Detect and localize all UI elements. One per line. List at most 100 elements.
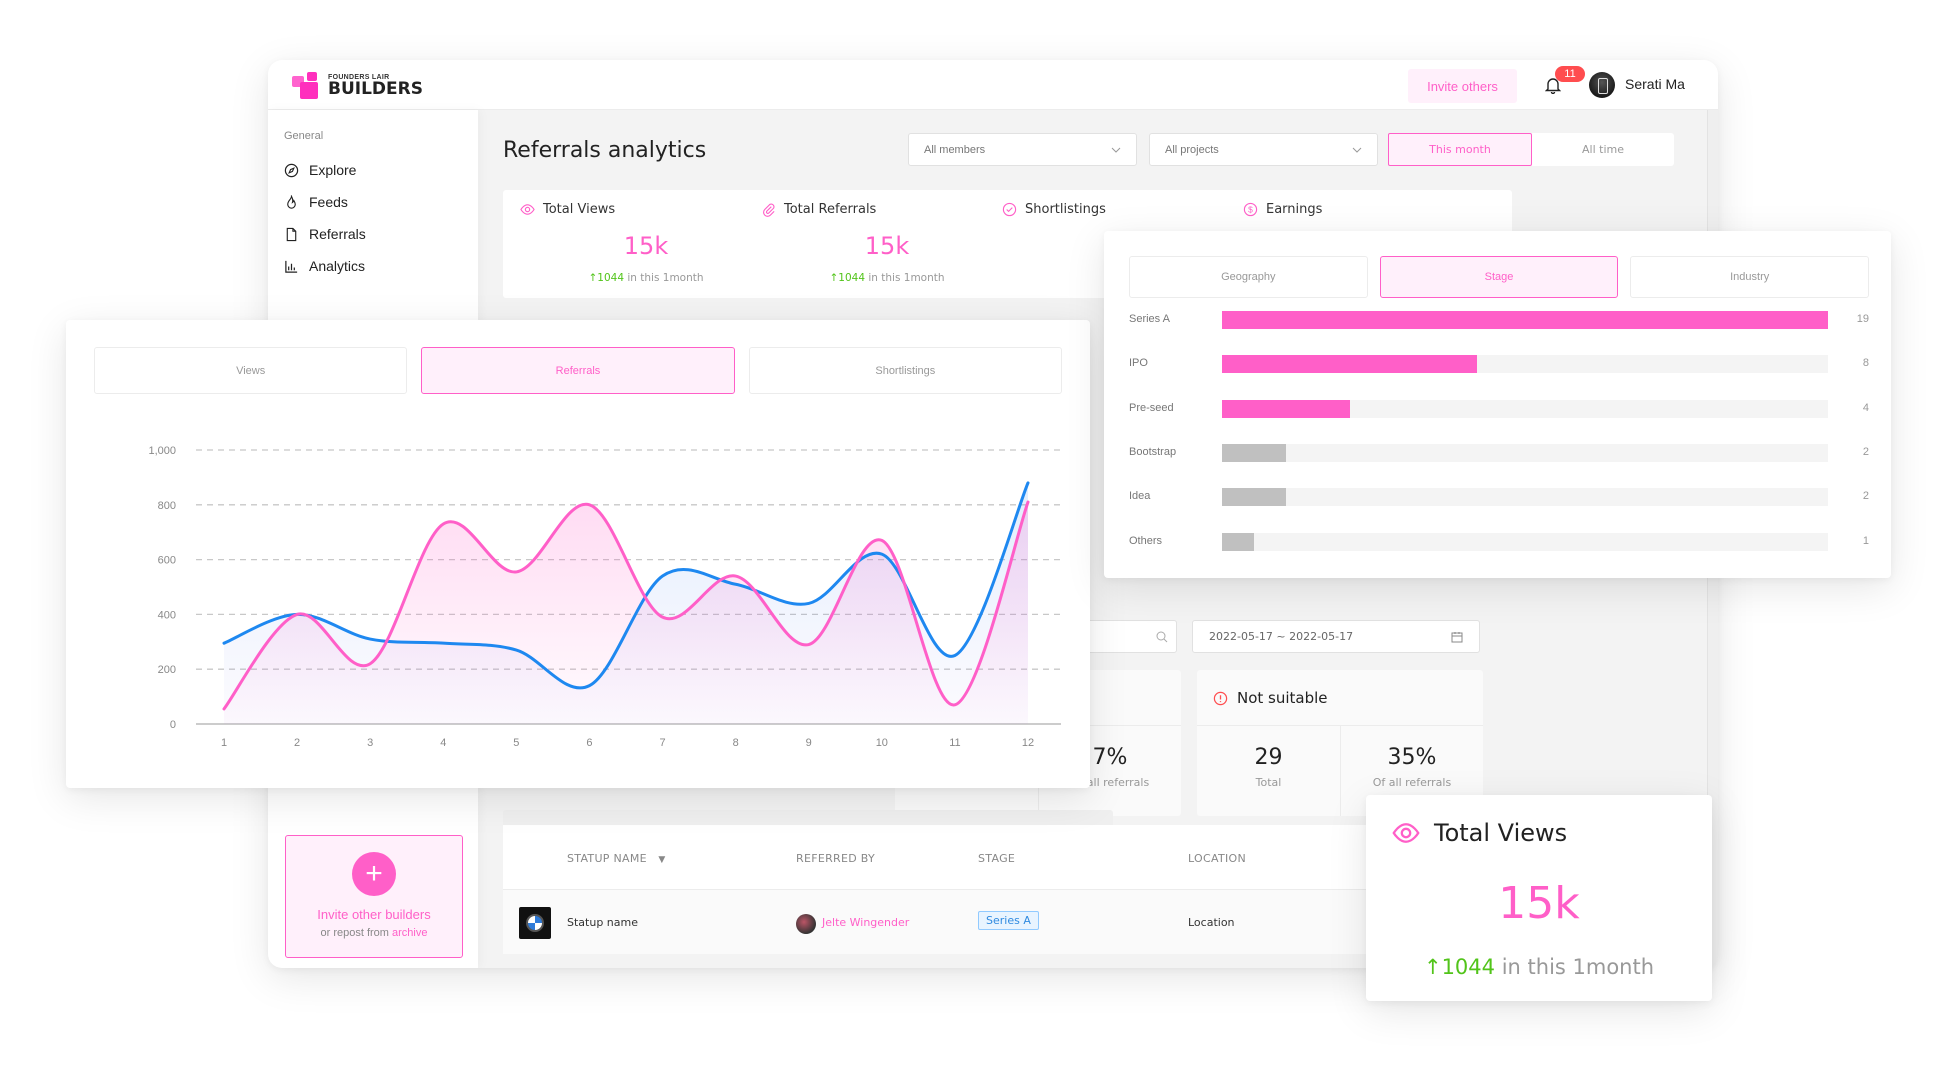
status-total: 29 Total (1197, 725, 1340, 816)
referrer-avatar (796, 914, 816, 934)
x-tick-label: 1 (221, 737, 227, 749)
period-this-month[interactable]: This month (1388, 133, 1532, 166)
stat-label: Total Referrals (784, 202, 877, 217)
bar-row: Others 1 (1129, 532, 1869, 551)
sidebar-section-label: General (284, 130, 324, 142)
calendar-icon (1451, 631, 1463, 642)
status-total-value: 29 (1254, 745, 1283, 770)
stat-delta-suffix: in this 1month (627, 272, 704, 284)
plus-icon[interactable]: + (352, 852, 396, 896)
projects-select-value: All projects (1165, 143, 1219, 156)
sidebar-item-label: Referrals (309, 226, 366, 242)
y-tick-label: 0 (170, 719, 176, 731)
invite-builders-sub: or repost from archive (286, 927, 462, 939)
bar-fill (1222, 355, 1478, 374)
sort-down-icon[interactable]: ▼ (658, 855, 665, 865)
date-range-value: 2022-05-17 ~ 2022-05-17 (1209, 630, 1354, 643)
bar-fill (1222, 532, 1254, 551)
bar-row: Bootstrap 2 (1129, 443, 1869, 462)
user-name[interactable]: Serati Ma (1625, 76, 1685, 92)
period-toggle: This month All time (1388, 133, 1674, 166)
stat-label: Total Views (543, 202, 616, 217)
notification-badge: 11 (1555, 66, 1585, 82)
bar-fill (1222, 443, 1286, 462)
location: Location (1188, 916, 1235, 929)
bar-label: Others (1129, 534, 1163, 547)
bar-track (1222, 355, 1828, 374)
sidebar-item-explore[interactable]: Explore (284, 162, 356, 178)
x-tick-label: 10 (876, 737, 888, 749)
total-views-label: Total Views (1434, 819, 1568, 847)
x-tick-label: 9 (806, 737, 812, 749)
line-chart-card: Views Referrals Shortlistings 0 200 400 600… (66, 320, 1090, 788)
members-select[interactable]: All members (908, 133, 1137, 166)
date-range-picker[interactable]: 2022-05-17 ~ 2022-05-17 (1192, 620, 1480, 653)
bar-value: 2 (1862, 490, 1869, 503)
bar-chart-icon (285, 260, 298, 273)
bar-value: 2 (1862, 445, 1869, 458)
referrer-name[interactable]: Jelte Wingender (822, 916, 909, 929)
total-views-delta-value: 1044 (1441, 955, 1496, 979)
bar-track (1222, 399, 1828, 418)
sidebar-item-label: Feeds (309, 194, 348, 210)
tab-referrals[interactable]: Referrals (421, 347, 735, 394)
y-tick-label: 400 (158, 609, 176, 621)
x-tick-label: 5 (513, 737, 519, 749)
eye-icon (1392, 823, 1420, 843)
tab-shortlistings[interactable]: Shortlistings (748, 347, 1062, 394)
tab-stage[interactable]: Stage (1379, 256, 1619, 298)
tab-geography[interactable]: Geography (1129, 256, 1368, 298)
svg-text:$: $ (1248, 205, 1253, 215)
bar-track (1222, 311, 1828, 329)
bar-label: Idea (1129, 490, 1151, 503)
user-avatar[interactable] (1589, 72, 1615, 98)
top-bar: FOUNDERS LAIR BUILDERS Invite others 11 … (268, 60, 1718, 110)
bar-value: 8 (1862, 357, 1869, 370)
y-tick-label: 200 (158, 664, 176, 676)
paperclip-icon (763, 203, 775, 217)
sidebar-item-feeds[interactable]: Feeds (284, 194, 348, 210)
check-circle-icon (1002, 202, 1017, 217)
breakdown-tabs: Geography Stage Industry (1129, 256, 1870, 298)
archive-link[interactable]: archive (392, 927, 427, 939)
invite-others-button[interactable]: Invite others (1408, 69, 1517, 103)
bar-track (1222, 488, 1828, 507)
projects-select[interactable]: All projects (1149, 133, 1378, 166)
period-all-time[interactable]: All time (1532, 133, 1674, 166)
x-tick-label: 11 (949, 737, 960, 749)
tab-industry[interactable]: Industry (1630, 256, 1870, 298)
bar-label: Bootstrap (1129, 445, 1177, 458)
page-title: Referrals analytics (503, 138, 707, 163)
sidebar-item-label: Explore (309, 162, 357, 178)
invite-sub-prefix: or repost from (320, 927, 389, 939)
stage-breakdown-card: Geography Stage Industry Series A 19 IPO 8 P… (1104, 231, 1891, 578)
bar-label: Series A (1129, 313, 1170, 325)
column-header-stage[interactable]: STAGE (978, 852, 1015, 865)
startup-name[interactable]: Statup name (567, 916, 638, 929)
search-icon[interactable] (1156, 631, 1168, 643)
invite-builders-card[interactable]: + Invite other builders or repost from a… (285, 835, 463, 958)
startup-logo (519, 907, 551, 939)
referrer[interactable]: Jelte Wingender (796, 914, 909, 934)
fire-icon (287, 194, 296, 209)
tab-views[interactable]: Views (94, 347, 408, 394)
sidebar-item-referrals[interactable]: Referrals (284, 226, 366, 242)
column-header-referred-by[interactable]: REFERRED BY (796, 852, 875, 865)
sidebar-item-analytics[interactable]: Analytics (284, 258, 365, 274)
column-header-location[interactable]: LOCATION (1188, 852, 1246, 865)
alert-circle-icon (1213, 691, 1228, 705)
total-views-delta-suffix: in this 1month (1501, 955, 1655, 979)
x-tick-label: 8 (733, 737, 739, 749)
status-total-label: Total (1255, 776, 1282, 789)
stat-delta-value: 1044 (838, 272, 866, 284)
column-header-startup-name[interactable]: STATUP NAME ▼ (567, 852, 666, 865)
brand-logo[interactable]: FOUNDERS LAIR BUILDERS (292, 72, 423, 100)
status-pct-label: Of all referrals (1372, 776, 1452, 789)
y-tick-label: 1,000 (148, 445, 176, 457)
bar-fill (1222, 399, 1350, 418)
y-tick-label: 600 (158, 555, 176, 567)
x-tick-label: 3 (367, 737, 373, 749)
dollar-circle-icon: $ (1243, 202, 1258, 217)
stat-delta-value: 1044 (597, 272, 625, 284)
x-tick-label: 2 (294, 737, 300, 749)
